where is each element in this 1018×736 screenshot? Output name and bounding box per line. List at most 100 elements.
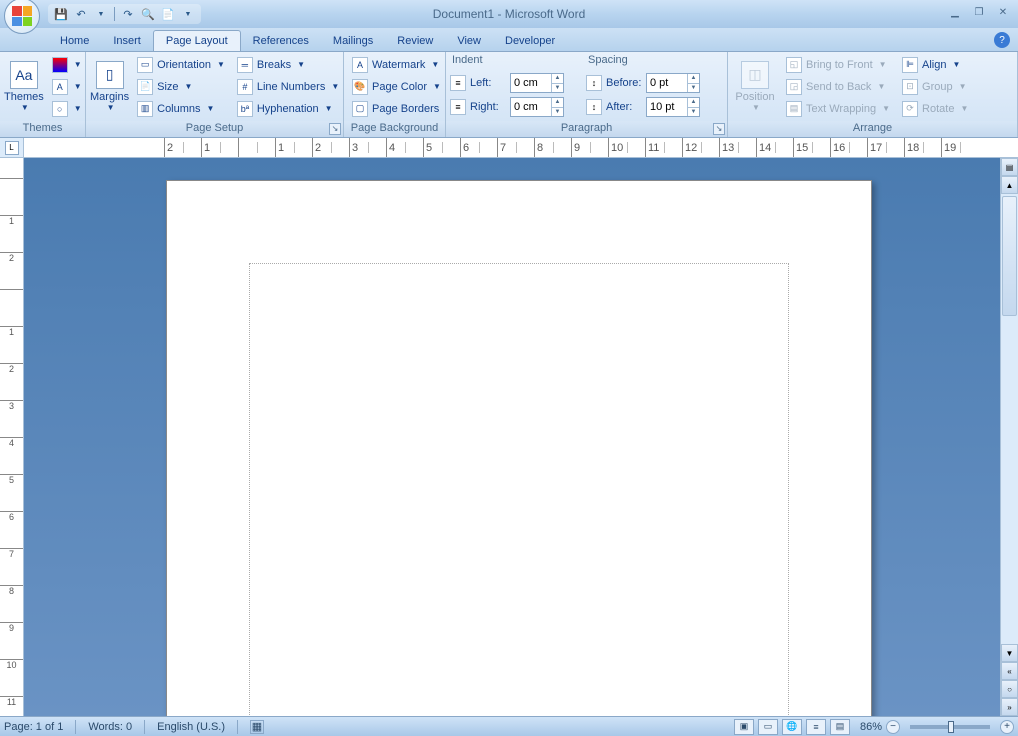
group-icon: ⊡ — [902, 79, 918, 95]
before-label: Before: — [606, 77, 642, 89]
tab-review[interactable]: Review — [385, 31, 445, 51]
send-back-icon: ◲ — [786, 79, 802, 95]
draft-view-button[interactable]: ▤ — [830, 719, 850, 735]
group-button: ⊡Group▼ — [898, 76, 972, 97]
zoom-thumb[interactable] — [948, 721, 954, 733]
undo-icon[interactable]: ↶ — [72, 5, 90, 23]
macro-record-icon[interactable]: ▦ — [250, 720, 264, 734]
chevron-down-icon: ▼ — [107, 103, 115, 112]
theme-fonts-button[interactable]: A▼ — [48, 76, 86, 97]
breaks-button[interactable]: ═Breaks▼ — [233, 54, 343, 75]
indent-left-icon: ≡ — [450, 75, 466, 91]
scroll-thumb[interactable] — [1002, 196, 1017, 316]
indent-right-input[interactable]: 0 cm▲▼ — [510, 97, 564, 117]
chevron-down-icon: ▼ — [752, 103, 760, 112]
undo-dropdown-icon[interactable]: ▼ — [92, 5, 110, 23]
orientation-icon: ▭ — [137, 57, 153, 73]
spin-up-icon[interactable]: ▲ — [552, 98, 563, 108]
close-button[interactable]: ✕ — [994, 4, 1012, 20]
minimize-button[interactable]: ▁ — [946, 4, 964, 20]
page-borders-button[interactable]: ▢Page Borders — [348, 98, 445, 119]
tab-view[interactable]: View — [445, 31, 493, 51]
indent-left-input[interactable]: 0 cm▲▼ — [510, 73, 564, 93]
save-icon[interactable]: 💾 — [52, 5, 70, 23]
qat-customize-icon[interactable]: ▼ — [179, 5, 197, 23]
browse-object-button[interactable]: ○ — [1001, 680, 1018, 698]
bring-to-front-button: ◱Bring to Front▼ — [782, 54, 894, 75]
print-preview-icon[interactable]: 🔍 — [139, 5, 157, 23]
scroll-up-button[interactable]: ▲ — [1001, 176, 1018, 194]
columns-button[interactable]: ▥Columns▼ — [133, 98, 229, 119]
redo-icon[interactable]: ↷ — [119, 5, 137, 23]
spin-up-icon[interactable]: ▲ — [688, 74, 699, 84]
group-label-paragraph: Paragraph — [561, 122, 612, 134]
themes-button[interactable]: Aa Themes ▼ — [4, 54, 44, 118]
tab-selector[interactable]: L — [0, 138, 24, 157]
space-before-input[interactable]: 0 pt▲▼ — [646, 73, 700, 93]
zoom-slider[interactable] — [910, 725, 990, 729]
full-screen-view-button[interactable]: ▭ — [758, 719, 778, 735]
hyphenation-button[interactable]: bªHyphenation▼ — [233, 98, 343, 119]
scroll-down-button[interactable]: ▼ — [1001, 644, 1018, 662]
vertical-scrollbar: ▤ ▲ ▼ « ○ » — [1000, 158, 1018, 716]
space-before-icon: ↕ — [586, 75, 602, 91]
horizontal-ruler[interactable]: 2112345678910111213141516171819 — [24, 138, 1018, 157]
status-words[interactable]: Words: 0 — [88, 721, 132, 733]
vertical-ruler[interactable]: 1212345678910111213 — [0, 158, 24, 716]
spin-down-icon[interactable]: ▼ — [552, 84, 563, 93]
page-color-button[interactable]: 🎨Page Color▼ — [348, 76, 445, 97]
indent-right-icon: ≡ — [450, 99, 466, 115]
theme-colors-button[interactable]: ▼ — [48, 54, 86, 75]
window-title: Document1 - Microsoft Word — [433, 7, 586, 21]
text-wrapping-button: ▤Text Wrapping▼ — [782, 98, 894, 119]
ribbon-tabs: Home Insert Page Layout References Maili… — [0, 28, 1018, 52]
space-after-input[interactable]: 10 pt▲▼ — [646, 97, 700, 117]
tab-mailings[interactable]: Mailings — [321, 31, 385, 51]
paragraph-launcher[interactable]: ↘ — [713, 123, 725, 135]
margins-button[interactable]: ▯ Margins ▼ — [90, 54, 129, 118]
tab-developer[interactable]: Developer — [493, 31, 567, 51]
outline-view-button[interactable]: ≡ — [806, 719, 826, 735]
ribbon: Aa Themes ▼ ▼ A▼ ○▼ Themes ▯ Margins ▼ ▭… — [0, 52, 1018, 138]
tab-page-layout[interactable]: Page Layout — [153, 30, 241, 51]
align-icon: ⊫ — [902, 57, 918, 73]
tab-home[interactable]: Home — [48, 31, 101, 51]
zoom-in-button[interactable]: + — [1000, 720, 1014, 734]
document-canvas[interactable] — [24, 158, 1000, 716]
effects-icon: ○ — [52, 101, 68, 117]
position-button: ◫ Position ▼ — [732, 54, 778, 118]
help-icon[interactable]: ? — [994, 32, 1010, 48]
status-language[interactable]: English (U.S.) — [157, 721, 225, 733]
horizontal-ruler-row: L 2112345678910111213141516171819 — [0, 138, 1018, 158]
spin-down-icon[interactable]: ▼ — [688, 84, 699, 93]
zoom-out-button[interactable]: − — [886, 720, 900, 734]
spin-up-icon[interactable]: ▲ — [688, 98, 699, 108]
spin-down-icon[interactable]: ▼ — [688, 108, 699, 117]
watermark-button[interactable]: AWatermark▼ — [348, 54, 445, 75]
size-button[interactable]: 📄Size▼ — [133, 76, 229, 97]
restore-button[interactable]: ❐ — [970, 4, 988, 20]
scroll-track[interactable] — [1001, 194, 1018, 644]
tab-insert[interactable]: Insert — [101, 31, 153, 51]
right-label: Right: — [470, 101, 506, 113]
zoom-level[interactable]: 86% — [860, 721, 882, 733]
status-page[interactable]: Page: 1 of 1 — [4, 721, 63, 733]
next-page-button[interactable]: » — [1001, 698, 1018, 716]
page[interactable] — [166, 180, 872, 716]
line-numbers-button[interactable]: #Line Numbers▼ — [233, 76, 343, 97]
orientation-button[interactable]: ▭Orientation▼ — [133, 54, 229, 75]
group-label-themes: Themes — [0, 121, 85, 137]
align-button[interactable]: ⊫Align▼ — [898, 54, 972, 75]
print-layout-view-button[interactable]: ▣ — [734, 719, 754, 735]
fonts-icon: A — [52, 79, 68, 95]
new-doc-icon[interactable]: 📄 — [159, 5, 177, 23]
tab-references[interactable]: References — [241, 31, 321, 51]
web-layout-view-button[interactable]: 🌐 — [782, 719, 802, 735]
spin-up-icon[interactable]: ▲ — [552, 74, 563, 84]
position-label: Position — [735, 91, 774, 103]
page-setup-launcher[interactable]: ↘ — [329, 123, 341, 135]
theme-effects-button[interactable]: ○▼ — [48, 98, 86, 119]
ruler-toggle-button[interactable]: ▤ — [1001, 158, 1018, 176]
prev-page-button[interactable]: « — [1001, 662, 1018, 680]
spin-down-icon[interactable]: ▼ — [552, 108, 563, 117]
